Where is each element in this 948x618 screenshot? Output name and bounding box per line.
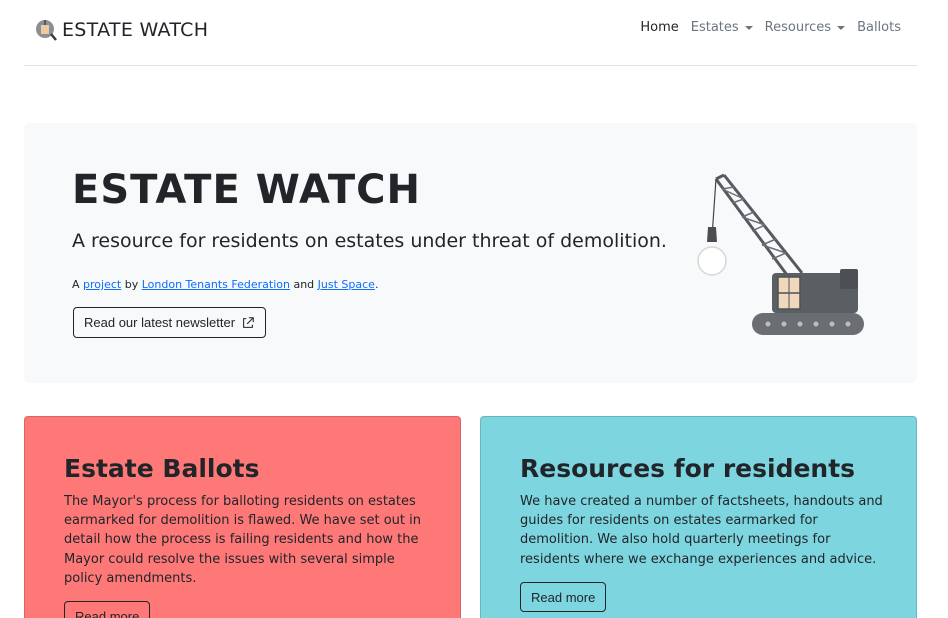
nav-home[interactable]: Home (640, 20, 678, 35)
resources-card: Resources for residents We have created … (480, 416, 917, 618)
hero-jumbotron: ESTATE WATCH A resource for residents on… (24, 123, 917, 383)
newsletter-button[interactable]: Read our latest newsletter (73, 307, 267, 338)
ltf-link[interactable]: London Tenants Federation (142, 278, 290, 291)
estate-ballots-card: Estate Ballots The Mayor's process for b… (24, 416, 461, 618)
credit-prefix: A (72, 278, 80, 291)
resources-text: We have created a number of factsheets, … (520, 494, 883, 567)
brand-name: ESTATE WATCH (62, 19, 209, 41)
brand-link[interactable]: ESTATE WATCH (34, 17, 208, 43)
credit-and: and (293, 278, 315, 291)
nav-estates-dropdown[interactable]: Estates (691, 20, 753, 35)
wrecking-ball-logo-icon (36, 20, 57, 41)
navbar: ESTATE WATCH Home Estates Resources Ball… (24, 0, 917, 66)
resources-title: Resources for residents (520, 454, 856, 483)
nav-estates-label: Estates (690, 20, 739, 35)
caret-down-icon (837, 25, 846, 30)
project-link[interactable]: project (83, 278, 121, 291)
external-link-icon (243, 316, 254, 328)
nav-ballots[interactable]: Ballots (857, 20, 901, 35)
nav-resources-dropdown[interactable]: Resources (764, 20, 846, 35)
newsletter-button-label: Read our latest newsletter (84, 315, 236, 330)
resources-read-more-button[interactable]: Read more (520, 582, 607, 612)
main-nav: Home Estates Resources Ballots (628, 20, 901, 35)
ballots-read-more-button[interactable]: Read more (64, 601, 151, 618)
credit-by: by (124, 278, 139, 291)
crane-illustration (697, 173, 864, 335)
hero-credit: A project by London Tenants Federation a… (72, 278, 378, 291)
credit-suffix: . (374, 278, 379, 291)
hero-lead: A resource for residents on estates unde… (72, 230, 667, 252)
estate-ballots-title: Estate Ballots (64, 454, 260, 483)
estate-ballots-text: The Mayor's process for balloting reside… (64, 494, 421, 586)
caret-down-icon (744, 25, 753, 30)
hero-title: ESTATE WATCH (72, 167, 421, 213)
nav-resources-label: Resources (764, 20, 832, 35)
justspace-link[interactable]: Just Space (318, 278, 375, 291)
